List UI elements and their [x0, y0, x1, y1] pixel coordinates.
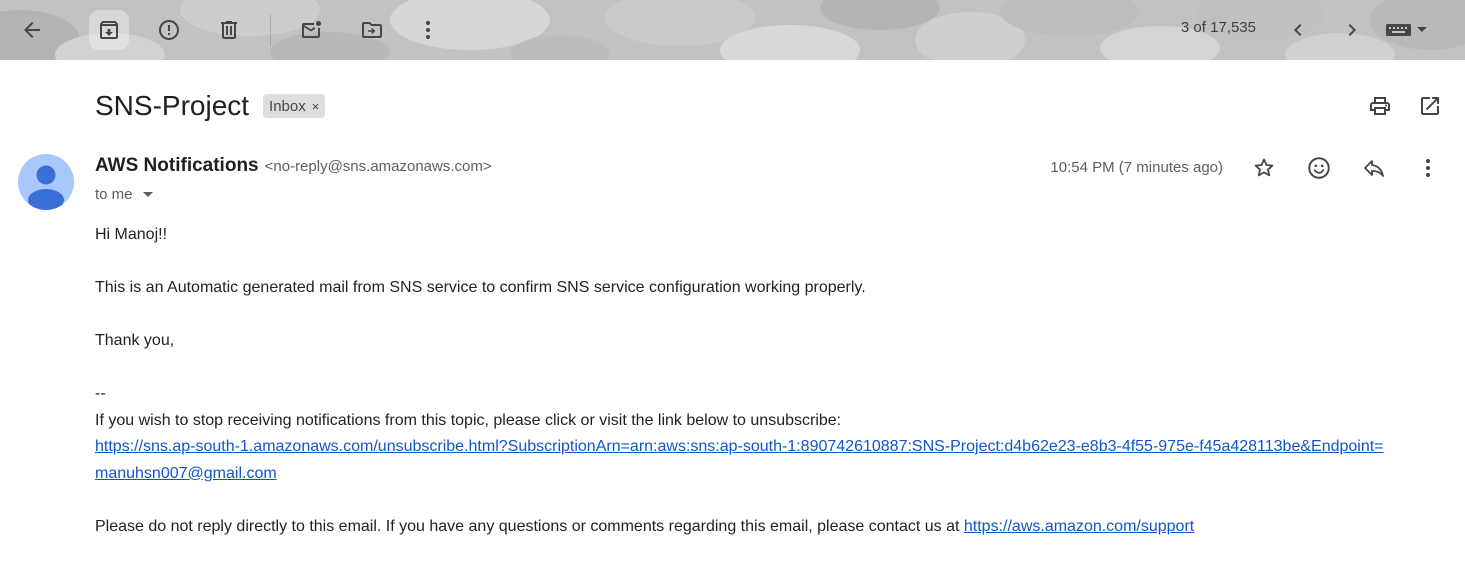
- emoji-icon: [1308, 157, 1330, 179]
- unsubscribe-link[interactable]: https://sns.ap-south-1.amazonaws.com/uns…: [95, 438, 1384, 482]
- delete-button[interactable]: [207, 8, 251, 52]
- caret-down-icon: [142, 191, 153, 197]
- subject-row: SNS-Project Inbox ×: [95, 86, 326, 126]
- unsubscribe-intro: If you wish to stop receiving notificati…: [95, 411, 842, 429]
- open-new-window-button[interactable]: [1416, 92, 1444, 120]
- back-button[interactable]: [10, 8, 54, 52]
- print-all-button[interactable]: [1366, 92, 1394, 120]
- sender-email: <no-reply@sns.amazonaws.com>: [264, 158, 492, 175]
- move-to-button[interactable]: [350, 8, 394, 52]
- archive-icon: [100, 21, 118, 39]
- star-icon: [1254, 158, 1274, 177]
- newer-button[interactable]: [1276, 8, 1320, 52]
- report-spam-icon: [159, 20, 179, 40]
- email-body: Hi Manoj!! This is an Automatic generate…: [95, 222, 1395, 540]
- recipient-text: to me: [95, 185, 133, 203]
- back-arrow-icon: [24, 22, 40, 38]
- label-text: Inbox: [269, 97, 306, 115]
- signature-separator: --: [95, 385, 106, 402]
- toolbar: 3 of 17,535: [0, 0, 1465, 60]
- message-more-button[interactable]: [1414, 154, 1442, 182]
- chevron-right-icon: [1348, 24, 1356, 36]
- caret-down-icon: [1417, 27, 1427, 32]
- more-vertical-icon: [426, 21, 430, 39]
- archive-button[interactable]: [89, 10, 129, 50]
- unsubscribe-paragraph: https://sns.ap-south-1.amazonaws.com/uns…: [95, 434, 1395, 487]
- greeting: Hi Manoj!!: [95, 226, 168, 243]
- support-link[interactable]: https://aws.amazon.com/support: [964, 518, 1194, 535]
- more-options-button[interactable]: [406, 8, 450, 52]
- mark-unread-button[interactable]: [290, 8, 334, 52]
- inbox-label-chip: Inbox ×: [263, 94, 326, 118]
- delete-icon: [221, 21, 237, 39]
- input-tools-button[interactable]: [1384, 14, 1440, 44]
- toolbar-divider: [270, 14, 271, 46]
- email-subject: SNS-Project: [95, 90, 250, 121]
- move-to-icon: [362, 22, 382, 38]
- sender-name[interactable]: AWS Notifications: [95, 155, 259, 177]
- reply-icon: [1364, 160, 1384, 177]
- older-button[interactable]: [1330, 8, 1374, 52]
- reply-button[interactable]: [1360, 154, 1388, 182]
- sender-line: AWS Notifications <no-reply@sns.amazonaw…: [95, 155, 492, 179]
- recipient-details-toggle[interactable]: to me: [95, 184, 153, 204]
- report-spam-button[interactable]: [147, 8, 191, 52]
- message-text: This is an Automatic generated mail from…: [95, 279, 866, 296]
- sender-avatar[interactable]: [18, 154, 74, 210]
- person-icon: [28, 165, 64, 210]
- open-in-new-icon: [1421, 97, 1439, 115]
- chevron-left-icon: [1294, 24, 1302, 36]
- keyboard-icon: [1386, 24, 1411, 36]
- message-counter: 3 of 17,535: [1180, 19, 1256, 36]
- star-button[interactable]: [1250, 154, 1278, 182]
- more-vertical-icon: [1426, 159, 1430, 177]
- thanks-text: Thank you,: [95, 332, 175, 349]
- remove-label-button[interactable]: ×: [312, 99, 320, 114]
- mark-unread-icon: [302, 21, 321, 38]
- add-reaction-button[interactable]: [1305, 154, 1333, 182]
- message-time: 10:54 PM (7 minutes ago): [1050, 159, 1223, 176]
- footer-paragraph: Please do not reply directly to this ema…: [95, 514, 1395, 541]
- footer-text: Please do not reply directly to this ema…: [95, 517, 964, 535]
- print-icon: [1370, 97, 1390, 115]
